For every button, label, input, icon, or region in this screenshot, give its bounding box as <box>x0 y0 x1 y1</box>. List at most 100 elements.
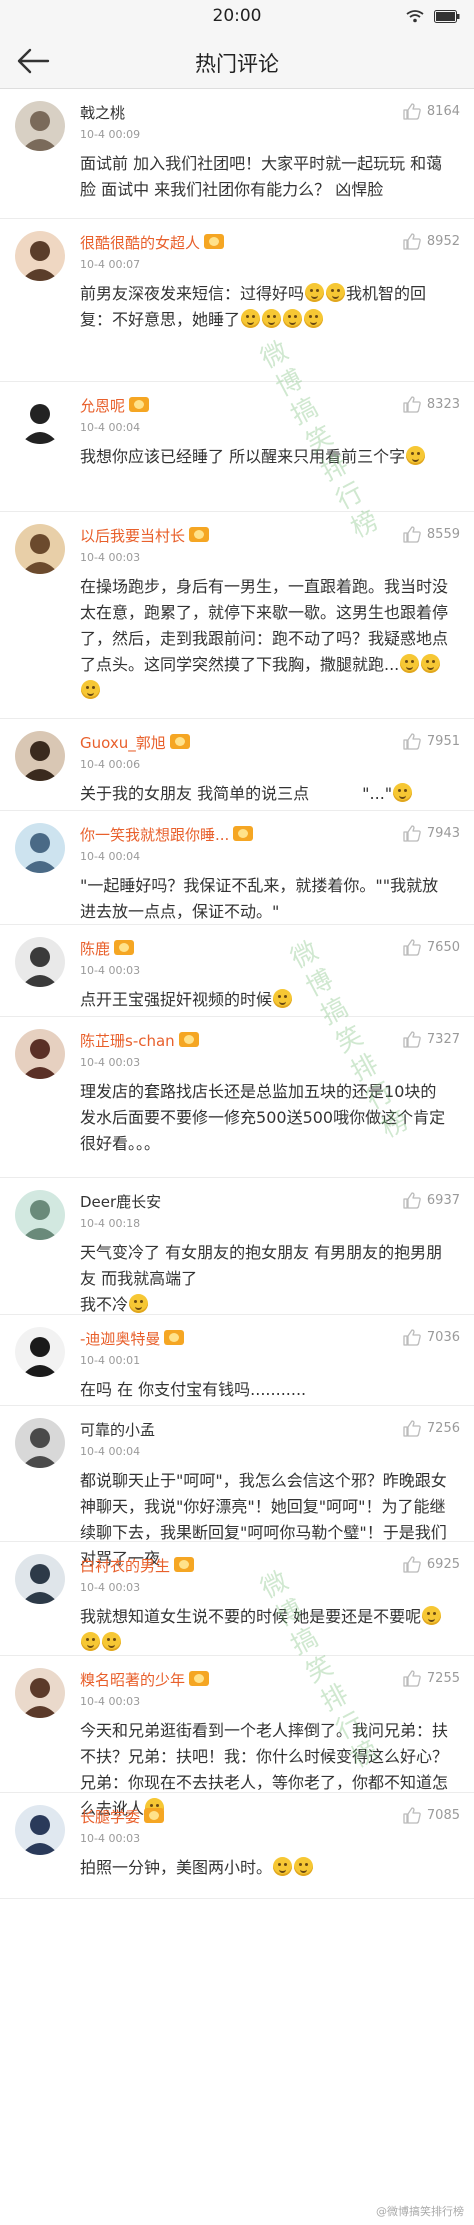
like-button[interactable]: 7650 <box>403 939 460 956</box>
comment-item[interactable]: 很酷很酷的女超人 10-4 00:07 8952 前男友深夜发来短信：过得好吗 我机智的… <box>0 219 474 382</box>
thumbs-up-icon <box>403 1031 421 1048</box>
like-button[interactable]: 8952 <box>403 233 460 250</box>
emoji-icon <box>406 446 426 465</box>
vip-badge-icon <box>233 826 254 841</box>
nav-bar: 热门评论 <box>0 34 474 89</box>
like-button[interactable]: 8164 <box>403 103 460 120</box>
like-count: 7085 <box>426 1808 460 1823</box>
thumbs-up-icon <box>403 103 421 120</box>
username[interactable]: Deer鹿长安 <box>80 1191 161 1212</box>
comment-item[interactable]: 戟之桃 10-4 00:09 8164 面试前 加入我们社团吧！大家平时就一起玩玩 和… <box>0 89 474 219</box>
emoji-icon <box>326 283 346 302</box>
avatar[interactable] <box>15 937 65 987</box>
comment-text: 关于我的女朋友 我简单的说三点 "..." <box>80 781 452 807</box>
like-button[interactable]: 7255 <box>403 1670 460 1687</box>
like-button[interactable]: 7327 <box>403 1031 460 1048</box>
vip-badge-icon <box>114 940 135 955</box>
comment-text-segment: 面试前 加入我们社团吧！大家平时就一起玩玩 和蔼脸 面试中 来我们社团你有能力么… <box>80 154 443 199</box>
thumbs-up-icon <box>403 1807 421 1824</box>
comment-item[interactable]: Deer鹿长安 10-4 00:18 6937 天气变冷了 有女朋友的抱女朋友 有男朋… <box>0 1178 474 1315</box>
avatar[interactable] <box>15 101 65 151</box>
comment-text: 在操场跑步，身后有一男生，一直跟着跑。我当时没太在意，跑累了，就停下来歇一歇。这… <box>80 574 452 704</box>
avatar[interactable] <box>15 731 65 781</box>
username[interactable]: 陈芷珊s-chan <box>80 1030 199 1051</box>
comment-item[interactable]: 陈芷珊s-chan 10-4 00:03 7327 理发店的套路找店长还是总监加五块的… <box>0 1017 474 1178</box>
thumbs-up-icon <box>403 1329 421 1346</box>
avatar[interactable] <box>15 1327 65 1377</box>
like-button[interactable]: 7085 <box>403 1807 460 1824</box>
username-text: Guoxu_郭旭 <box>80 734 166 752</box>
like-count: 7951 <box>426 734 460 749</box>
battery-icon <box>434 9 460 23</box>
comment-text-segment: "一起睡好吗？我保证不乱来，就搂着你。""我就放进去放一点点，保证不动。" <box>80 876 439 921</box>
username[interactable]: 陈鹿 <box>80 938 135 959</box>
username[interactable]: 你一笑我就想跟你睡... <box>80 824 254 845</box>
emoji-icon <box>393 783 413 802</box>
username[interactable]: Guoxu_郭旭 <box>80 732 190 753</box>
username-text: 允恩呢 <box>80 397 126 415</box>
comment-item[interactable]: 允恩呢 10-4 00:04 8323 我想你应该已经睡了 所以醒来只用看前三个字 <box>0 382 474 512</box>
username[interactable]: 戟之桃 <box>80 102 125 123</box>
avatar[interactable] <box>15 1190 65 1240</box>
comment-item[interactable]: Guoxu_郭旭 10-4 00:06 7951 关于我的女朋友 我简单的说三点 ".… <box>0 719 474 811</box>
comment-text: 我就想知道女生说不要的时候 她是要还是不要呢 <box>80 1604 452 1656</box>
avatar[interactable] <box>15 231 65 281</box>
username[interactable]: 以后我要当村长 <box>80 525 210 546</box>
comment-time: 10-4 00:07 <box>80 258 141 271</box>
comment-text-segment: 前男友深夜发来短信：过得好吗 <box>80 284 305 303</box>
wifi-icon <box>406 10 424 23</box>
username[interactable]: -迪迦奥特曼 <box>80 1328 185 1349</box>
thumbs-up-icon <box>403 526 421 543</box>
like-count: 7943 <box>426 826 460 841</box>
like-button[interactable]: 7943 <box>403 825 460 842</box>
username[interactable]: 长腿学委 <box>80 1806 165 1827</box>
emoji-icon <box>421 654 441 673</box>
username-text: Deer鹿长安 <box>80 1193 162 1211</box>
username-text: -迪迦奥特曼 <box>80 1330 161 1348</box>
like-button[interactable]: 7256 <box>403 1420 460 1437</box>
vip-badge-icon <box>178 1032 199 1047</box>
thumbs-up-icon <box>403 825 421 842</box>
emoji-icon <box>283 309 303 328</box>
avatar[interactable] <box>15 1554 65 1604</box>
like-button[interactable]: 6925 <box>403 1556 460 1573</box>
comment-time: 10-4 00:03 <box>80 964 141 977</box>
avatar[interactable] <box>15 1805 65 1855</box>
comment-text: 点开王宝强捉奸视频的时候 <box>80 987 452 1013</box>
avatar[interactable] <box>15 1668 65 1718</box>
username[interactable]: 白衬衣的男生 <box>80 1555 195 1576</box>
like-button[interactable]: 7036 <box>403 1329 460 1346</box>
comment-time: 10-4 00:03 <box>80 551 141 564</box>
status-bar: 20:00 <box>0 0 474 34</box>
like-count: 8559 <box>426 527 460 542</box>
avatar[interactable] <box>15 1029 65 1079</box>
status-icons <box>406 9 460 23</box>
comment-item[interactable]: 糗名昭著的少年 10-4 00:03 7255 今天和兄弟逛街看到一个老人摔倒了。我问… <box>0 1656 474 1818</box>
avatar[interactable] <box>15 394 65 444</box>
comment-text-segment: 拍照一分钟，美图两小时。 <box>80 1858 273 1877</box>
like-button[interactable]: 7951 <box>403 733 460 750</box>
emoji-icon <box>262 309 282 328</box>
avatar[interactable] <box>15 1418 65 1468</box>
comment-item[interactable]: 以后我要当村长 10-4 00:03 8559 在操场跑步，身后有一男生，一直跟着跑。… <box>0 512 474 719</box>
username[interactable]: 很酷很酷的女超人 <box>80 232 225 253</box>
username-text: 陈芷珊s-chan <box>80 1032 175 1050</box>
thumbs-up-icon <box>403 396 421 413</box>
username[interactable]: 糗名昭著的少年 <box>80 1669 210 1690</box>
comment-item[interactable]: 陈鹿 10-4 00:03 7650 点开王宝强捉奸视频的时候 <box>0 925 474 1017</box>
avatar[interactable] <box>15 823 65 873</box>
comment-item[interactable]: -迪迦奥特曼 10-4 00:01 7036 在吗 在 你支付宝有钱吗........… <box>0 1315 474 1406</box>
username[interactable]: 允恩呢 <box>80 395 150 416</box>
vip-badge-icon <box>189 1671 210 1686</box>
comment-item[interactable]: 可靠的小孟 10-4 00:04 7256 都说聊天止于"呵呵"，我怎么会信这个邪？昨… <box>0 1406 474 1568</box>
avatar[interactable] <box>15 524 65 574</box>
comment-text-segment: 充500送500哦 <box>240 1108 350 1127</box>
username[interactable]: 可靠的小孟 <box>80 1419 155 1440</box>
comment-item[interactable]: 白衬衣的男生 10-4 00:03 6925 我就想知道女生说不要的时候 她是要还是不… <box>0 1542 474 1656</box>
comment-item[interactable]: 你一笑我就想跟你睡... 10-4 00:04 7943 "一起睡好吗？我保证不乱来，… <box>0 811 474 925</box>
comment-item[interactable]: 长腿学委 10-4 00:03 7085 拍照一分钟，美图两小时。 <box>0 1793 474 1899</box>
like-button[interactable]: 8559 <box>403 526 460 543</box>
comment-text-segment: 理发店的套路 <box>80 1082 177 1101</box>
like-button[interactable]: 6937 <box>403 1192 460 1209</box>
like-button[interactable]: 8323 <box>403 396 460 413</box>
